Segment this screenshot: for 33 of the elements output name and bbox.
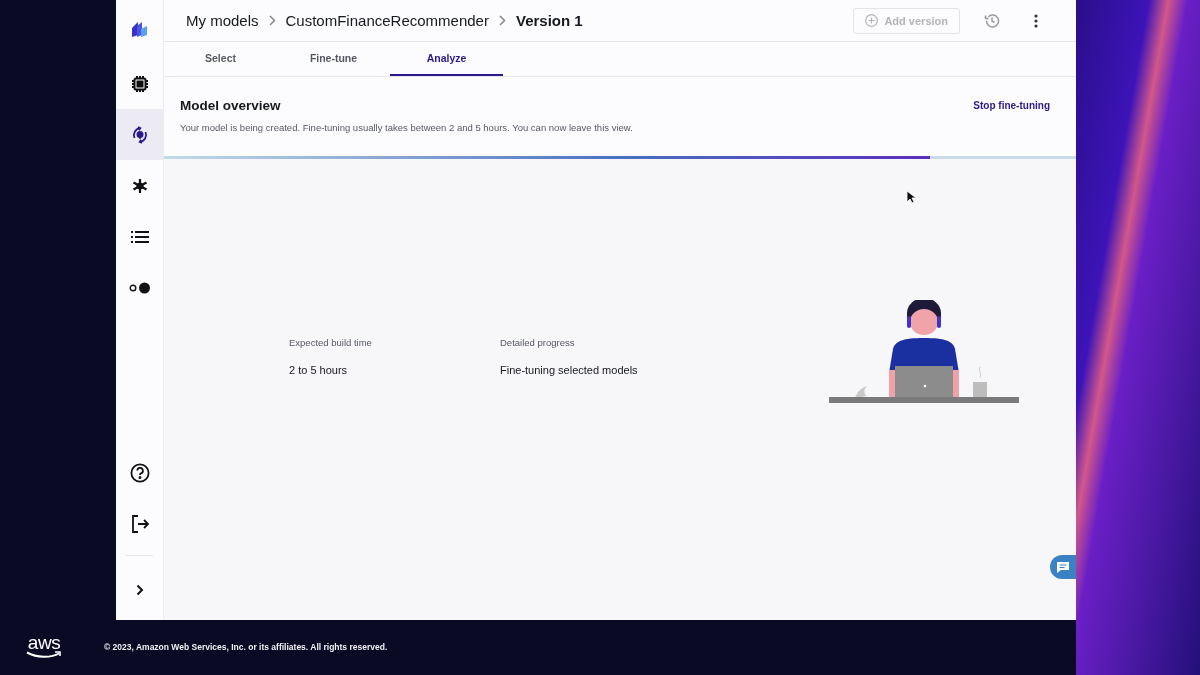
- app-logo-icon: [129, 20, 150, 38]
- nodes-icon: [130, 176, 149, 195]
- detail-label: Detailed progress: [500, 337, 576, 348]
- plus-circle-icon: [865, 14, 879, 27]
- breadcrumb-current: Version 1: [515, 12, 583, 29]
- help-icon: [129, 462, 150, 483]
- section-title: Model overview: [180, 98, 282, 113]
- refresh-bulb-icon: [130, 125, 149, 144]
- chat-bubble-icon: [1056, 560, 1070, 574]
- list-icon: [130, 229, 149, 244]
- tab[interactable]: Select: [164, 42, 277, 76]
- chevron-icon: [498, 15, 506, 26]
- detail-label: Expected build time: [289, 337, 373, 348]
- tab[interactable]: Analyze: [390, 42, 503, 76]
- chevron-icon: [268, 15, 276, 26]
- feedback-button[interactable]: [1050, 555, 1076, 579]
- sign-out-icon: [129, 513, 150, 534]
- more-vertical-icon: [1034, 13, 1038, 28]
- breadcrumb-link[interactable]: My models: [186, 12, 259, 29]
- breadcrumb-link[interactable]: CustomFinanceRecommender: [285, 12, 489, 29]
- tab[interactable]: Fine-tune: [277, 42, 390, 76]
- sidebar-refresh-bulb-button[interactable]: [116, 109, 163, 160]
- chip-icon: [130, 74, 149, 93]
- detail-value: Fine-tuning selected models: [500, 364, 639, 376]
- detail-value: 2 to 5 hours: [289, 364, 349, 376]
- status-description: Your model is being created. Fine-tuning usually takes between 2 and 5 hours. You can now leave this view.: [179, 121, 634, 133]
- mouse-pointer-icon: [906, 190, 916, 204]
- stop-fine-tuning-link[interactable]: Stop fine-tuning: [973, 98, 1050, 113]
- copyright-text: © 2023, Amazon Web Services, Inc. or its affiliates. All rights reserved.: [104, 641, 388, 652]
- company-logo: aws: [26, 634, 62, 659]
- toggle-dots-icon: [128, 281, 151, 294]
- chevron-right-icon: [135, 584, 144, 596]
- history-icon: [984, 12, 1000, 29]
